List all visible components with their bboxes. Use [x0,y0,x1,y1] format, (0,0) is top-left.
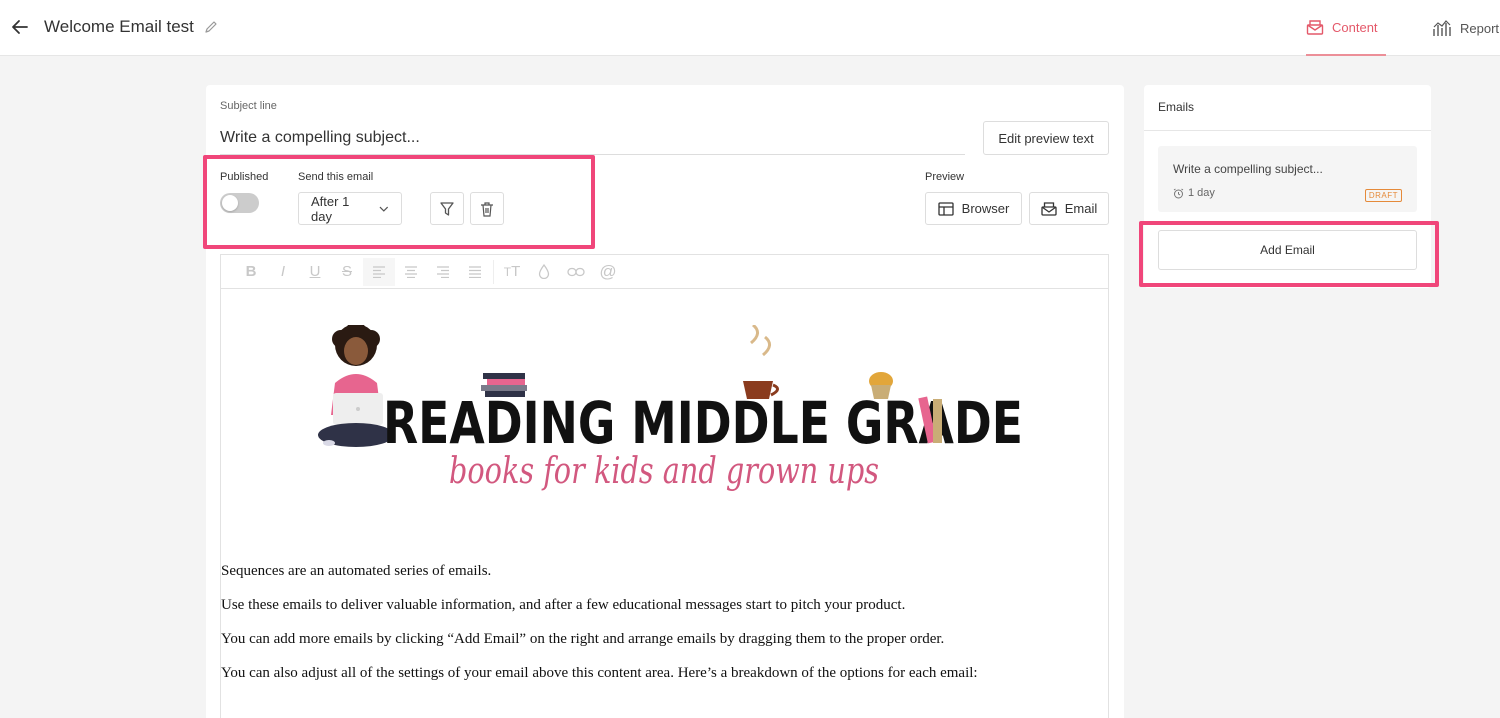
subject-line-input[interactable] [220,121,965,155]
published-toggle[interactable] [220,193,259,213]
strikethrough-icon[interactable]: S [331,258,363,286]
email-item-delay-text: 1 day [1188,187,1215,199]
underline-icon[interactable]: U [299,258,331,286]
subject-line-label: Subject line [220,100,277,112]
add-email-button[interactable]: Add Email [1158,230,1417,270]
content-editor[interactable]: B I U S TT @ READING MIDDLE GRADE books … [220,254,1109,718]
tab-content[interactable]: Content [1306,0,1386,56]
align-left-icon[interactable] [363,257,395,286]
align-right-icon[interactable] [427,258,459,286]
logo-tagline-text: books for kids and grown ups [449,451,879,492]
coffee-cup-illustration [743,325,779,399]
browser-icon [938,201,954,216]
chevron-down-icon [379,206,389,212]
tab-report-label: Report [1460,20,1500,36]
envelope-icon [1306,20,1324,35]
divider [1144,130,1431,131]
formatting-toolbar: B I U S TT @ [221,255,1108,289]
filter-button[interactable] [430,192,464,225]
trash-icon [481,201,493,217]
top-bar: Welcome Email test Content Report [0,0,1500,56]
italic-icon[interactable]: I [267,258,299,286]
email-item-subject: Write a compelling subject... [1173,162,1323,176]
tab-report[interactable]: Report [1432,0,1499,56]
text-color-icon[interactable] [528,258,560,286]
send-delay-select[interactable]: After 1 day [298,192,402,225]
email-preview-icon [1041,201,1057,216]
pencil-icon[interactable] [204,20,218,34]
delete-button[interactable] [470,192,504,225]
toolbar-divider [493,259,494,284]
email-item-delay: 1 day [1173,187,1215,199]
filter-icon [440,201,454,216]
email-editor-card: Subject line Edit preview text Published… [203,85,1124,718]
preview-browser-button[interactable]: Browser [925,192,1022,225]
bold-icon[interactable]: B [235,258,267,286]
body-paragraph: Use these emails to deliver valuable inf… [221,597,906,613]
font-size-icon[interactable]: TT [496,258,528,286]
align-center-icon[interactable] [395,258,427,286]
send-this-email-label: Send this email [298,171,374,183]
tab-content-label: Content [1332,19,1378,35]
preview-email-button[interactable]: Email [1029,192,1109,225]
chart-icon [1433,20,1451,36]
emails-panel-title: Emails [1158,100,1195,114]
published-label: Published [220,171,269,183]
browser-label: Browser [961,201,1010,216]
status-badge: DRAFT [1364,189,1402,202]
email-list-item[interactable]: Write a compelling subject... 1 day DRAF… [1158,146,1417,212]
reading-middle-grade-logo: READING MIDDLE GRADE books for kids and … [318,325,1023,492]
toggle-knob [222,195,238,211]
align-justify-icon[interactable] [459,258,491,286]
mention-icon[interactable]: @ [592,258,624,286]
edit-preview-text-button[interactable]: Edit preview text [983,121,1109,155]
emails-panel: Emails Write a compelling subject... 1 d… [1144,85,1431,288]
body-paragraph: Sequences are an automated series of ema… [221,563,492,579]
link-icon[interactable] [560,258,592,286]
back-arrow-icon[interactable] [10,16,30,38]
send-delay-value: After 1 day [311,193,350,224]
email-label: Email [1064,201,1098,216]
email-body-text: Sequences are an automated series of ema… [221,561,1101,697]
preview-label: Preview [925,171,965,183]
page-title: Welcome Email test [44,17,194,36]
body-paragraph: You can also adjust all of the settings … [221,665,978,681]
body-paragraph: You can add more emails by clicking “Add… [221,631,945,647]
alarm-clock-icon [1173,188,1184,198]
